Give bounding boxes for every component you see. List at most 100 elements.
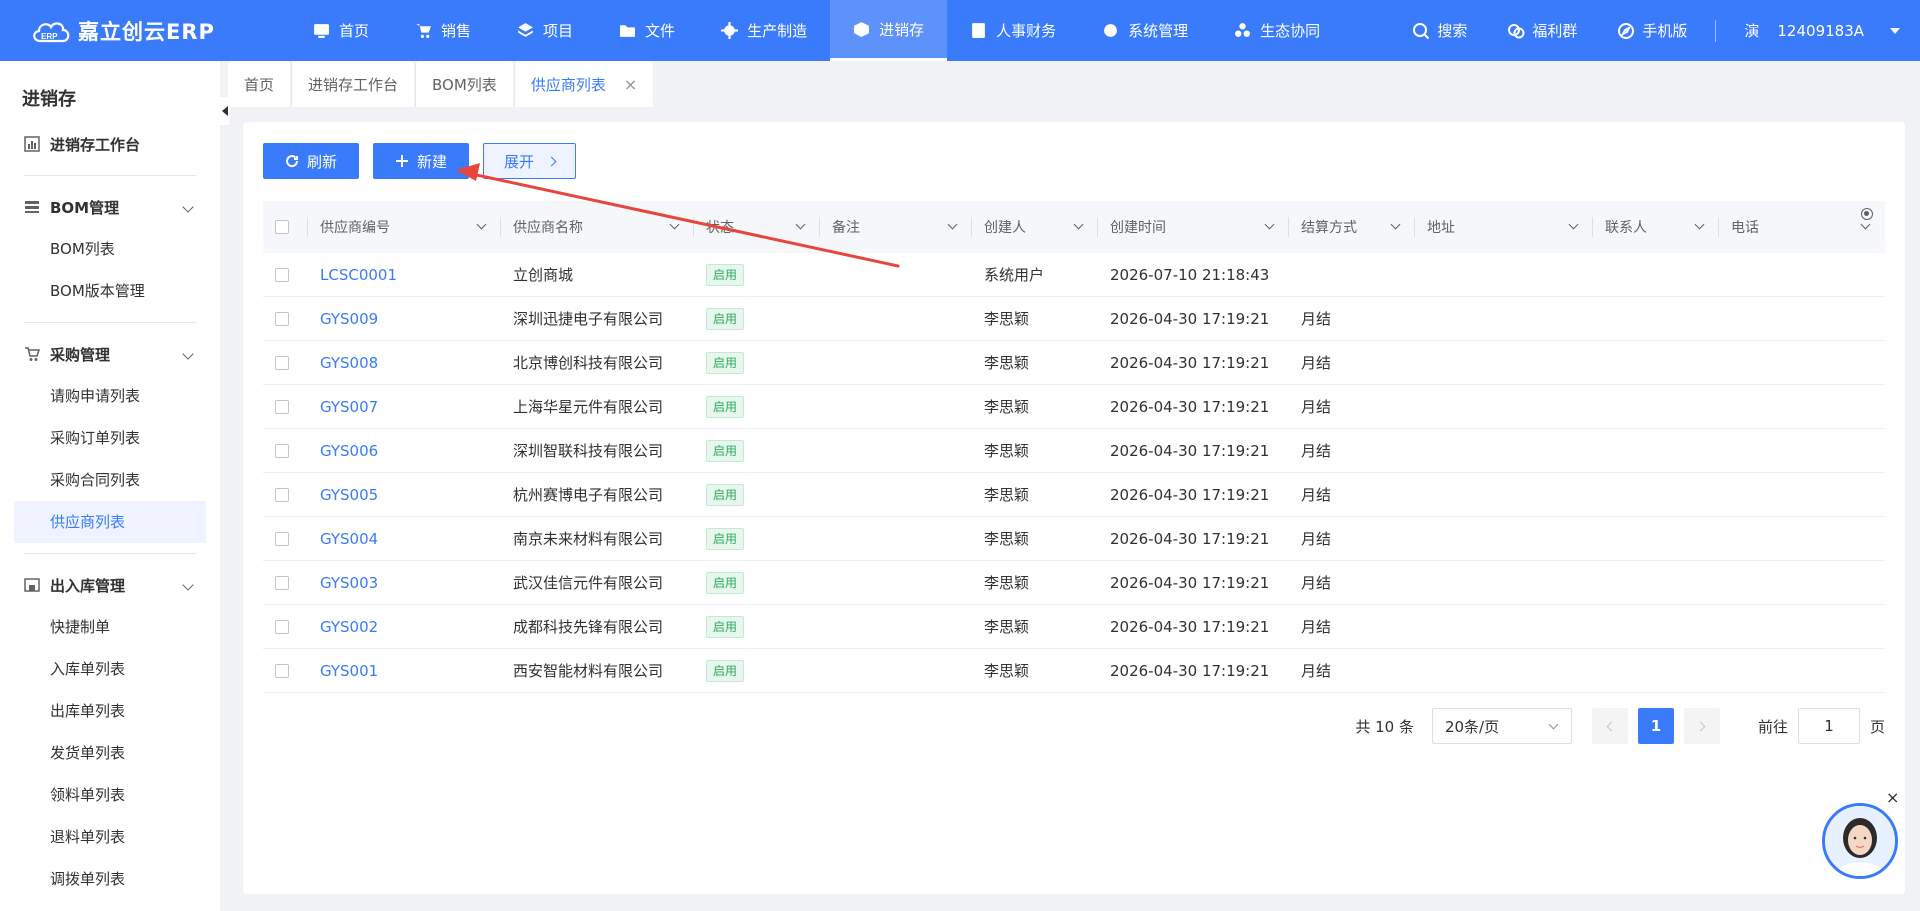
supplier-code-link[interactable]: GYS003 xyxy=(320,574,378,592)
prev-page-button[interactable] xyxy=(1591,708,1628,744)
cell-code[interactable]: GYS009 xyxy=(308,310,501,328)
cell-code[interactable]: GYS005 xyxy=(308,486,501,504)
row-checkbox[interactable] xyxy=(275,619,289,634)
cell-code[interactable]: GYS007 xyxy=(308,398,501,416)
nav-item-files[interactable]: 文件 xyxy=(596,0,698,61)
sidebar-group-warehouse[interactable]: 出入库管理 xyxy=(0,564,220,606)
supplier-code-link[interactable]: GYS007 xyxy=(320,398,378,416)
supplier-code-link[interactable]: GYS005 xyxy=(320,486,378,504)
column-header[interactable]: 地址 xyxy=(1415,201,1593,253)
sidebar-item-purchase-request[interactable]: 请购申请列表 xyxy=(0,375,220,417)
table-row[interactable]: GYS004 南京未来材料有限公司 启用 李思颖 2026-04-30 17:19:21… xyxy=(263,517,1885,561)
column-header[interactable]: 电话 xyxy=(1719,201,1885,253)
supplier-code-link[interactable]: GYS008 xyxy=(320,354,378,372)
row-checkbox[interactable] xyxy=(275,399,289,414)
nav-item-system[interactable]: 系统管理 xyxy=(1079,0,1211,61)
sidebar-item-picking-list[interactable]: 领料单列表 xyxy=(0,774,220,816)
sidebar-item-return-list[interactable]: 退料单列表 xyxy=(0,816,220,858)
welfare-group-button[interactable]: 福利群 xyxy=(1487,20,1597,41)
page-number-current[interactable]: 1 xyxy=(1637,708,1674,744)
supplier-code-link[interactable]: GYS006 xyxy=(320,442,378,460)
nav-item-sales[interactable]: 销售 xyxy=(392,0,494,61)
cell-code[interactable]: GYS008 xyxy=(308,354,501,372)
table-row[interactable]: LCSC0001 立创商城 启用 系统用户 2026-07-10 21:18:43 xyxy=(263,253,1885,297)
tab-home[interactable]: 首页 xyxy=(228,61,291,107)
row-checkbox[interactable] xyxy=(275,487,289,502)
sidebar-divider xyxy=(24,322,196,323)
column-header[interactable]: 创建时间 xyxy=(1098,201,1289,253)
tab-bom-list[interactable]: BOM列表 xyxy=(415,61,513,107)
nav-item-manufacturing[interactable]: 生产制造 xyxy=(698,0,830,61)
user-menu[interactable]: 演 12409183A xyxy=(1724,20,1920,41)
cell-code[interactable]: LCSC0001 xyxy=(308,266,501,284)
column-header[interactable]: 状态 xyxy=(694,201,820,253)
sidebar-group-purchase[interactable]: 采购管理 xyxy=(0,333,220,375)
goto-page-input[interactable]: 1 xyxy=(1797,708,1860,744)
column-header[interactable]: 供应商名称 xyxy=(501,201,694,253)
sidebar-item-supplier-list[interactable]: 供应商列表 xyxy=(14,501,206,543)
row-checkbox[interactable] xyxy=(275,355,289,370)
row-checkbox[interactable] xyxy=(275,531,289,546)
nav-item-hr-finance[interactable]: 人事财务 xyxy=(947,0,1079,61)
column-header[interactable]: 供应商编号 xyxy=(308,201,501,253)
search-button[interactable]: 搜索 xyxy=(1392,20,1487,41)
row-checkbox[interactable] xyxy=(275,575,289,590)
sidebar-item-purchase-order[interactable]: 采购订单列表 xyxy=(0,417,220,459)
sidebar-item-workbench[interactable]: 进销存工作台 xyxy=(0,123,220,165)
table-row[interactable]: GYS002 成都科技先锋有限公司 启用 李思颖 2026-04-30 17:19:21… xyxy=(263,605,1885,649)
refresh-button[interactable]: 刷新 xyxy=(263,143,360,179)
tab-supplier-list[interactable]: 供应商列表 × xyxy=(513,61,654,107)
sidebar-item-transfer-list[interactable]: 调拨单列表 xyxy=(0,858,220,900)
sidebar-group-bom[interactable]: BOM管理 xyxy=(0,186,220,228)
cell-code[interactable]: GYS003 xyxy=(308,574,501,592)
gear-icon xyxy=(721,22,739,39)
row-checkbox[interactable] xyxy=(275,267,289,282)
row-checkbox[interactable] xyxy=(275,663,289,678)
sidebar-item-quick-order[interactable]: 快捷制单 xyxy=(0,606,220,648)
column-header[interactable]: 结算方式 xyxy=(1289,201,1415,253)
sidebar-item-inbound-list[interactable]: 入库单列表 xyxy=(0,648,220,690)
nav-item-project[interactable]: 项目 xyxy=(494,0,596,61)
supplier-code-link[interactable]: GYS009 xyxy=(320,310,378,328)
nav-item-inventory[interactable]: 进销存 xyxy=(830,0,948,61)
select-all-checkbox[interactable] xyxy=(275,220,289,234)
page-size-select[interactable]: 20条/页 xyxy=(1431,708,1572,744)
sidebar-item-purchase-contract[interactable]: 采购合同列表 xyxy=(0,459,220,501)
sidebar-item-bom-list[interactable]: BOM列表 xyxy=(0,228,220,270)
table-row[interactable]: GYS006 深圳智联科技有限公司 启用 李思颖 2026-04-30 17:19:21… xyxy=(263,429,1885,473)
sidebar-item-outbound-list[interactable]: 出库单列表 xyxy=(0,690,220,732)
cell-code[interactable]: GYS001 xyxy=(308,662,501,680)
row-checkbox[interactable] xyxy=(275,311,289,326)
cell-code[interactable]: GYS006 xyxy=(308,442,501,460)
supplier-code-link[interactable]: GYS004 xyxy=(320,530,378,548)
sidebar-item-delivery-list[interactable]: 发货单列表 xyxy=(0,732,220,774)
cell-text: 2026-04-30 17:19:21 xyxy=(1110,529,1270,548)
table-row[interactable]: GYS009 深圳迅捷电子有限公司 启用 李思颖 2026-04-30 17:19:21… xyxy=(263,297,1885,341)
table-row[interactable]: GYS007 上海华星元件有限公司 启用 李思颖 2026-04-30 17:19:21… xyxy=(263,385,1885,429)
column-header[interactable]: 备注 xyxy=(820,201,972,253)
cell-code[interactable]: GYS002 xyxy=(308,618,501,636)
assistant-avatar[interactable] xyxy=(1822,803,1898,879)
sidebar-item-bom-version[interactable]: BOM版本管理 xyxy=(0,270,220,312)
nav-item-home[interactable]: 首页 xyxy=(290,0,392,61)
create-button[interactable]: 新建 xyxy=(373,143,470,179)
cell-code[interactable]: GYS004 xyxy=(308,530,501,548)
column-header[interactable]: 创建人 xyxy=(972,201,1098,253)
assistant-close-icon[interactable]: × xyxy=(1886,788,1899,807)
expand-button[interactable]: 展开 xyxy=(483,143,577,179)
table-row[interactable]: GYS001 西安智能材料有限公司 启用 李思颖 2026-04-30 17:19:21… xyxy=(263,649,1885,693)
supplier-code-link[interactable]: LCSC0001 xyxy=(320,266,397,284)
column-header[interactable]: 联系人 xyxy=(1593,201,1719,253)
supplier-code-link[interactable]: GYS002 xyxy=(320,618,378,636)
table-row[interactable]: GYS005 杭州赛博电子有限公司 启用 李思颖 2026-04-30 17:19:21… xyxy=(263,473,1885,517)
table-row[interactable]: GYS003 武汉佳信元件有限公司 启用 李思颖 2026-04-30 17:19:21… xyxy=(263,561,1885,605)
next-page-button[interactable] xyxy=(1683,708,1720,744)
close-icon[interactable]: × xyxy=(624,75,637,94)
row-checkbox[interactable] xyxy=(275,443,289,458)
tab-workbench[interactable]: 进销存工作台 xyxy=(291,61,415,107)
supplier-code-link[interactable]: GYS001 xyxy=(320,662,378,680)
mobile-version-button[interactable]: 手机版 xyxy=(1597,20,1707,41)
nav-item-ecosystem[interactable]: 生态协同 xyxy=(1211,0,1343,61)
table-row[interactable]: GYS008 北京博创科技有限公司 启用 李思颖 2026-04-30 17:19:21… xyxy=(263,341,1885,385)
logo[interactable]: ERP 嘉立创云ERP xyxy=(0,16,290,46)
